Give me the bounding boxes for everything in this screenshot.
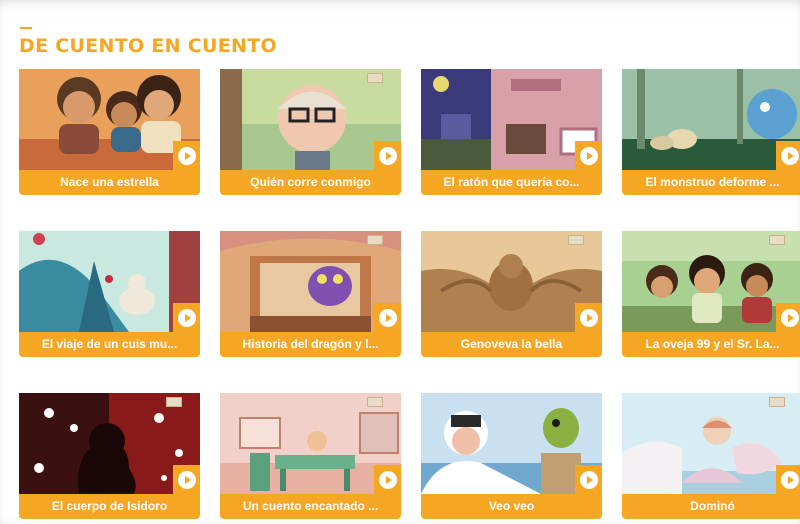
video-title[interactable]: El cuerpo de Isidoro [19,494,200,519]
video-card[interactable]: El ratón que quería co... [421,69,602,195]
video-thumbnail[interactable] [19,393,200,494]
play-button[interactable] [575,141,602,170]
play-button[interactable] [173,465,200,494]
video-title[interactable]: Dominó [622,494,800,519]
channel-badge [568,235,584,245]
page: DE CUENTO EN CUENTO Nace una estrella Qu… [0,0,800,524]
video-thumbnail[interactable] [622,69,800,170]
video-card[interactable]: Historia del dragón y l... [220,231,401,357]
video-card[interactable]: Un cuento encantado ... [220,393,401,519]
play-icon [780,146,799,165]
video-thumbnail[interactable] [19,69,200,170]
video-thumbnail[interactable] [220,69,401,170]
channel-badge [166,397,182,407]
video-thumbnail[interactable] [622,393,800,494]
video-grid: Nace una estrella Quién corre conmigo El… [19,69,800,524]
channel-badge [367,73,383,83]
channel-badge [769,397,785,407]
play-button[interactable] [173,141,200,170]
section-title: DE CUENTO EN CUENTO [19,35,277,57]
channel-badge [769,235,785,245]
video-card[interactable]: Dominó [622,393,800,519]
video-thumbnail[interactable] [220,231,401,332]
play-button[interactable] [776,141,800,170]
play-button[interactable] [575,303,602,332]
video-thumbnail[interactable] [622,231,800,332]
video-card[interactable]: Quién corre conmigo [220,69,401,195]
video-thumbnail[interactable] [19,231,200,332]
play-button[interactable] [575,465,602,494]
channel-badge [367,397,383,407]
play-icon [177,308,196,327]
play-button[interactable] [374,303,401,332]
video-card[interactable]: Nace una estrella [19,69,200,195]
video-thumbnail[interactable] [421,393,602,494]
video-thumbnail[interactable] [421,231,602,332]
video-title[interactable]: El viaje de un cuis mu... [19,332,200,357]
video-card[interactable]: Genoveva la bella [421,231,602,357]
play-icon [378,470,397,489]
play-button[interactable] [776,303,800,332]
video-title[interactable]: Historia del dragón y l... [220,332,401,357]
play-icon [579,470,598,489]
play-button[interactable] [374,465,401,494]
play-button[interactable] [776,465,800,494]
channel-badge [367,235,383,245]
play-button[interactable] [173,303,200,332]
video-title[interactable]: El monstruo deforme ... [622,170,800,195]
video-title[interactable]: Nace una estrella [19,170,200,195]
video-card[interactable]: El cuerpo de Isidoro [19,393,200,519]
video-title[interactable]: El ratón que quería co... [421,170,602,195]
play-icon [780,308,799,327]
video-title[interactable]: Un cuento encantado ... [220,494,401,519]
play-button[interactable] [374,141,401,170]
video-card[interactable]: Veo veo [421,393,602,519]
video-title[interactable]: Quién corre conmigo [220,170,401,195]
video-thumbnail[interactable] [421,69,602,170]
video-thumbnail[interactable] [220,393,401,494]
video-title[interactable]: Veo veo [421,494,602,519]
video-card[interactable]: El monstruo deforme ... [622,69,800,195]
play-icon [378,308,397,327]
play-icon [378,146,397,165]
play-icon [579,308,598,327]
play-icon [780,470,799,489]
video-title[interactable]: La oveja 99 y el Sr. La... [622,332,800,357]
video-card[interactable]: La oveja 99 y el Sr. La... [622,231,800,357]
title-accent-line [20,27,32,29]
play-icon [177,470,196,489]
video-title[interactable]: Genoveva la bella [421,332,602,357]
video-card[interactable]: El viaje de un cuis mu... [19,231,200,357]
play-icon [579,146,598,165]
play-icon [177,146,196,165]
